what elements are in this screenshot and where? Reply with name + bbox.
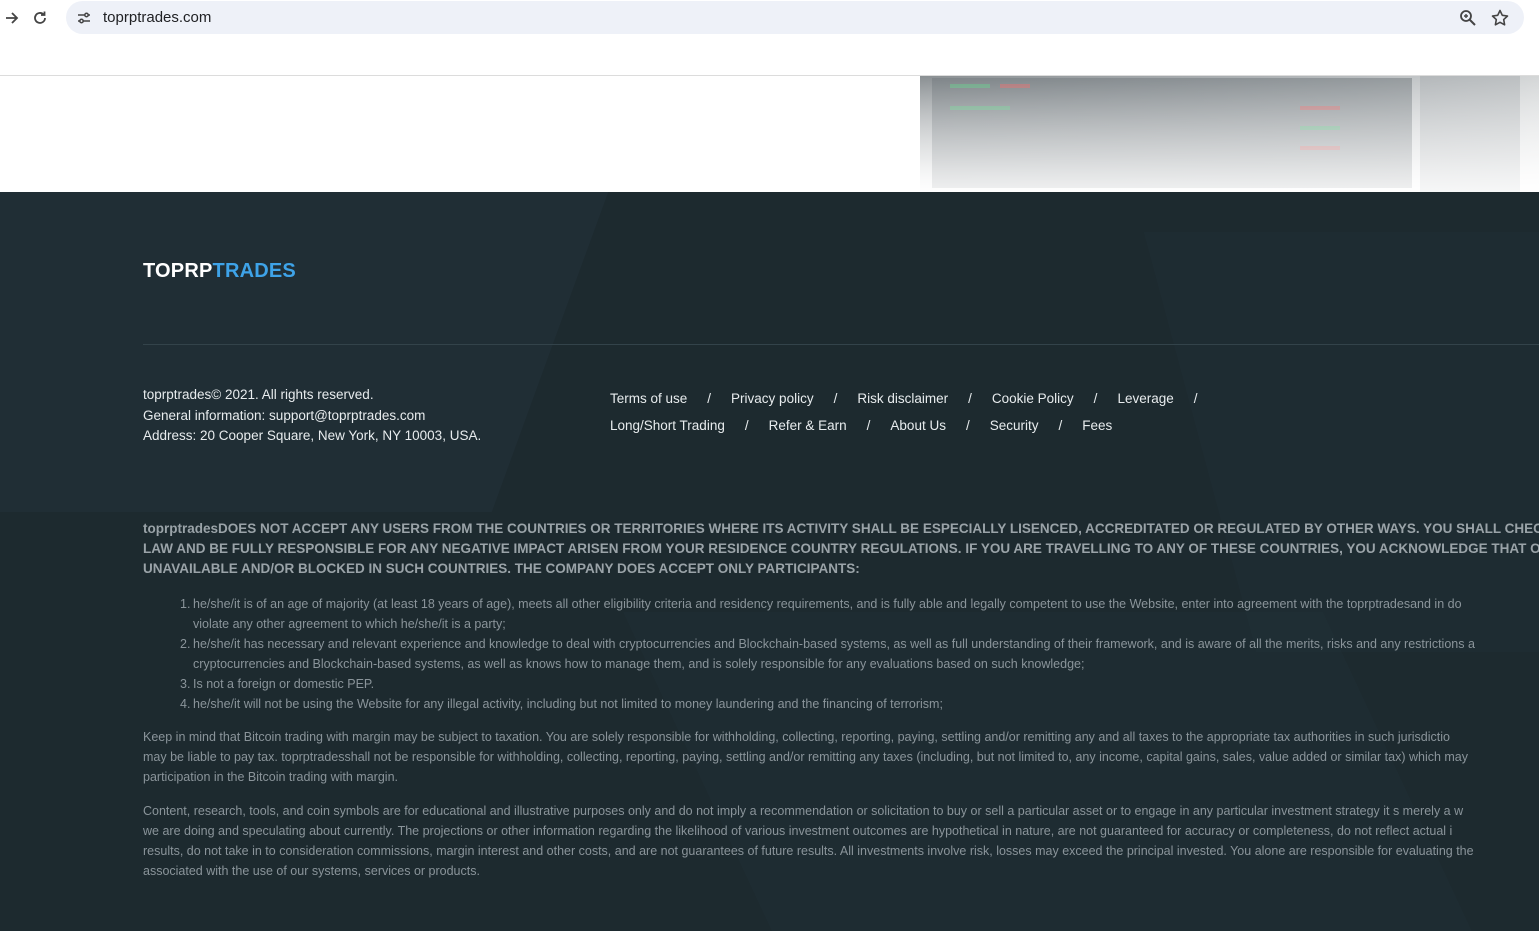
hero-section xyxy=(0,76,1539,192)
terms-of-use-link[interactable]: Terms of use xyxy=(610,391,687,406)
risk-disclaimer-link[interactable]: Risk disclaimer xyxy=(857,391,948,406)
list-item: 4. he/she/it will not be using the Websit… xyxy=(180,697,943,711)
forward-button[interactable] xyxy=(0,6,24,30)
address-text: Address: 20 Cooper Square, New York, NY … xyxy=(143,428,482,443)
footer-divider xyxy=(143,344,1539,345)
cookie-policy-link[interactable]: Cookie Policy xyxy=(992,391,1074,406)
site-info-icon[interactable] xyxy=(76,10,92,26)
list-item: 3. Is not a foreign or domestic PEP. xyxy=(180,677,375,691)
long-short-trading-link[interactable]: Long/Short Trading xyxy=(610,418,725,433)
list-item: 1. he/she/it is of an age of majority (at… xyxy=(180,597,1462,631)
disclaimer-line: UNAVAILABLE AND/OR BLOCKED IN SUCH COUNT… xyxy=(143,561,860,576)
copyright-text: toprptrades© 2021. All rights reserved. xyxy=(143,387,374,402)
footer-links-row-2: Long/Short Trading / Refer & Earn / About … xyxy=(610,418,1113,433)
footer-logo[interactable]: TOPRPTRADES xyxy=(143,260,296,283)
privacy-policy-link[interactable]: Privacy policy xyxy=(731,391,814,406)
arrow-right-icon xyxy=(6,12,19,24)
trading-platform-image xyxy=(920,76,1539,192)
about-us-link[interactable]: About Us xyxy=(890,418,946,433)
browser-toolbar: toprptrades.com xyxy=(0,0,1539,36)
bookmark-star-icon[interactable] xyxy=(1490,8,1510,28)
footer-links-row-1: Terms of use / Privacy policy / Risk discl… xyxy=(610,391,1198,406)
company-info: toprptrades© 2021. All rights reserved. … xyxy=(143,385,481,447)
reload-button[interactable] xyxy=(28,6,52,30)
footer-links: Terms of use / Privacy policy / Risk discl… xyxy=(610,385,1218,439)
zoom-icon[interactable] xyxy=(1458,8,1478,28)
bookmarks-strip xyxy=(0,36,1539,76)
refer-earn-link[interactable]: Refer & Earn xyxy=(769,418,847,433)
tax-notice-paragraph: Keep in mind that Bitcoin trading with m… xyxy=(143,730,1469,784)
list-item: 2. he/she/it has necessary and relevant e… xyxy=(180,637,1475,671)
site-footer: TOPRPTRADES toprptrades© 2021. All right… xyxy=(0,192,1539,931)
general-info-text: General information: support@toprptrades… xyxy=(143,407,426,423)
reload-icon xyxy=(34,11,46,24)
logo-text-accent: TRADES xyxy=(212,260,296,282)
security-link[interactable]: Security xyxy=(990,418,1039,433)
leverage-link[interactable]: Leverage xyxy=(1117,391,1173,406)
content-disclaimer-paragraph: Content, research, tools, and coin symbo… xyxy=(143,804,1474,878)
url-text[interactable]: toprptrades.com xyxy=(103,9,211,26)
disclaimer-line: LAW AND BE FULLY RESPONSIBLE FOR ANY NEG… xyxy=(143,541,1539,556)
jurisdiction-disclaimer: toprptradesDOES NOT ACCEPT ANY USERS FRO… xyxy=(143,519,1539,579)
participant-conditions-list: 1. he/she/it is of an age of majority (at… xyxy=(180,594,1539,714)
fees-link[interactable]: Fees xyxy=(1082,418,1112,433)
address-bar[interactable]: toprptrades.com xyxy=(66,1,1524,34)
disclaimer-line: toprptradesDOES NOT ACCEPT ANY USERS FRO… xyxy=(143,521,1539,536)
logo-text-primary: TOPRP xyxy=(143,260,213,282)
